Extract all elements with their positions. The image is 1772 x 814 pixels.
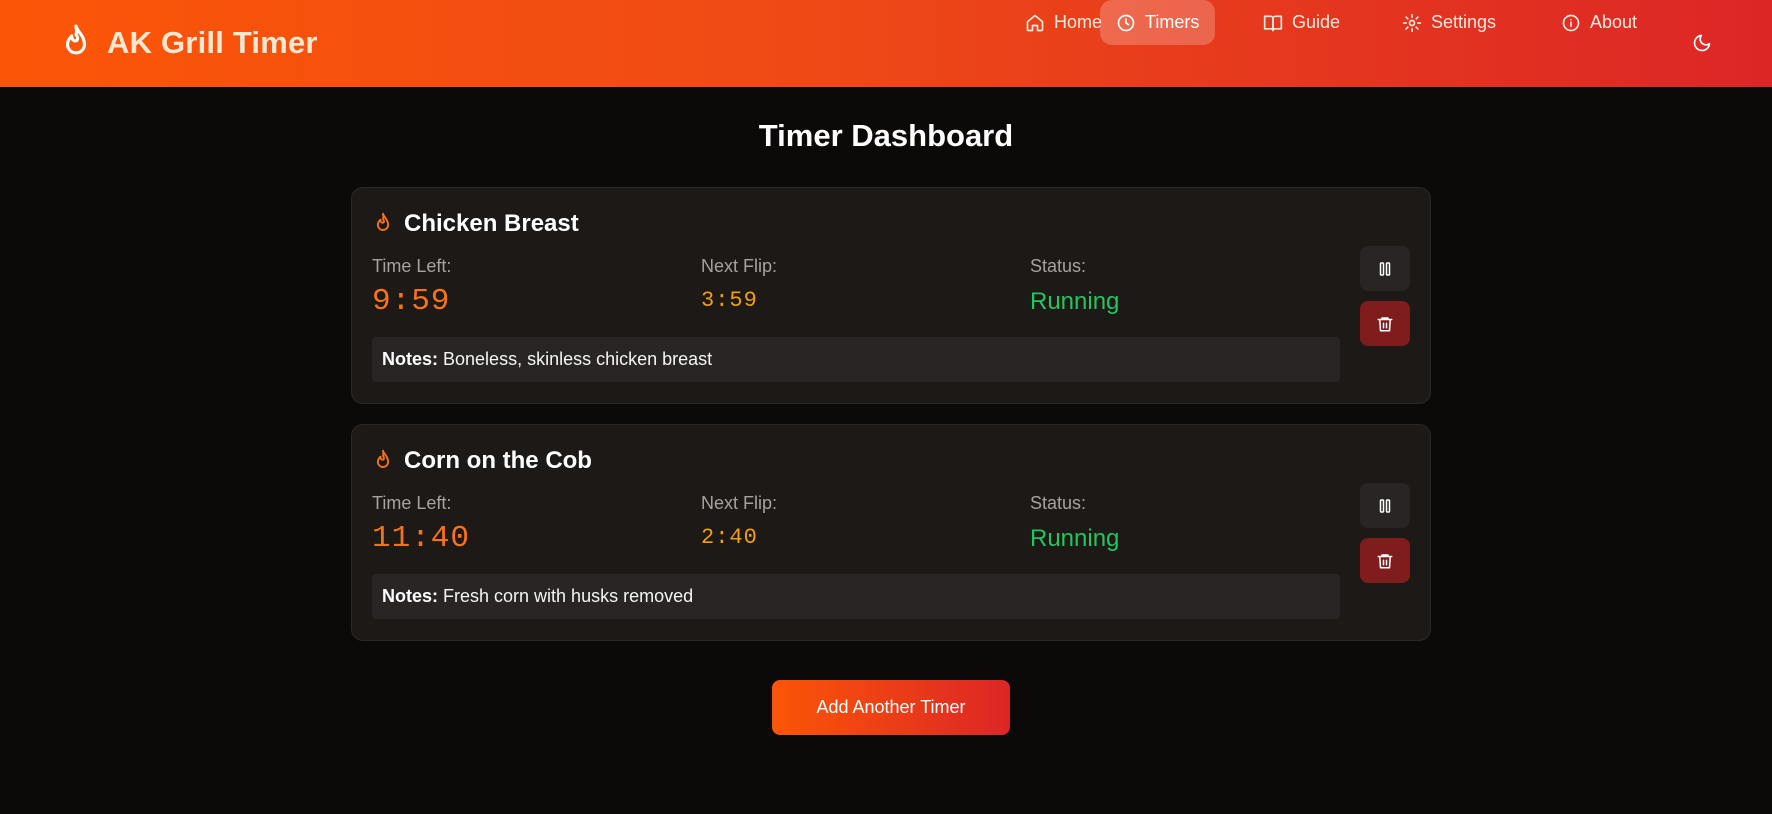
timer-notes: Notes: Fresh corn with husks removed [372, 574, 1340, 619]
gear-icon [1402, 13, 1422, 32]
moon-icon [1693, 34, 1711, 51]
nav-item-label: Guide [1292, 12, 1341, 32]
next-flip-value: 2:40 [701, 525, 758, 550]
flame-icon [376, 449, 390, 468]
page-title: Timer Dashboard [758, 118, 1014, 153]
nav-item-guide[interactable]: Guide [1247, 0, 1356, 45]
nav-item-label: About [1590, 12, 1638, 32]
notes-label: Notes: [382, 586, 439, 606]
book-icon [1263, 15, 1283, 31]
next-flip-label: Next Flip: [701, 256, 778, 276]
brand[interactable]: AK Grill Timer [59, 21, 318, 65]
nav-item-label: Timers [1145, 12, 1200, 32]
nav-item-about[interactable]: About [1545, 0, 1653, 45]
time-left-label: Time Left: [372, 256, 452, 276]
notes-text: Boneless, skinless chicken breast [443, 349, 713, 369]
home-icon [1026, 14, 1044, 31]
time-left-label: Time Left: [372, 493, 452, 513]
status-value: Running [1030, 288, 1120, 315]
nav-item-label: Settings [1431, 12, 1497, 32]
trash-icon [1377, 553, 1393, 568]
delete-button[interactable] [1360, 538, 1410, 583]
next-flip-label: Next Flip: [701, 493, 778, 513]
pause-button[interactable] [1360, 483, 1410, 528]
clock-icon [1117, 14, 1135, 31]
status-label: Status: [1030, 493, 1087, 513]
trash-icon [1377, 316, 1393, 331]
nav-item-timers[interactable]: Timers [1100, 0, 1216, 45]
top-nav-bar: AK Grill Timer Home Timers Guide Setting… [0, 0, 1772, 87]
nav-item-settings[interactable]: Settings [1386, 0, 1512, 45]
timer-notes: Notes: Boneless, skinless chicken breast [372, 337, 1340, 382]
timer-card-header: Corn on the Cob [372, 447, 592, 475]
flame-icon [376, 212, 390, 231]
next-flip-value: 3:59 [701, 288, 758, 313]
info-icon [1562, 14, 1580, 31]
timer-name: Chicken Breast [404, 210, 579, 237]
timer-card: Corn on the Cob Time Left: 11:40 Next Fl… [351, 424, 1431, 641]
timer-card: Chicken Breast Time Left: 9:59 Next Flip… [351, 187, 1431, 404]
theme-toggle-button[interactable] [1682, 20, 1722, 65]
pause-icon [1379, 498, 1391, 513]
add-another-timer-button[interactable]: Add Another Timer [772, 680, 1010, 735]
timer-name: Corn on the Cob [404, 447, 592, 474]
time-left-value: 9:59 [372, 284, 451, 319]
status-value: Running [1030, 525, 1120, 552]
app-title: AK Grill Timer [107, 25, 318, 60]
notes-text: Fresh corn with husks removed [443, 586, 694, 606]
delete-button[interactable] [1360, 301, 1410, 346]
notes-label: Notes: [382, 349, 439, 369]
pause-icon [1379, 261, 1391, 276]
time-left-value: 11:40 [372, 521, 471, 556]
nav-item-label: Home [1054, 12, 1103, 32]
pause-button[interactable] [1360, 246, 1410, 291]
flame-icon [65, 24, 87, 55]
status-label: Status: [1030, 256, 1087, 276]
timer-card-header: Chicken Breast [372, 210, 579, 238]
